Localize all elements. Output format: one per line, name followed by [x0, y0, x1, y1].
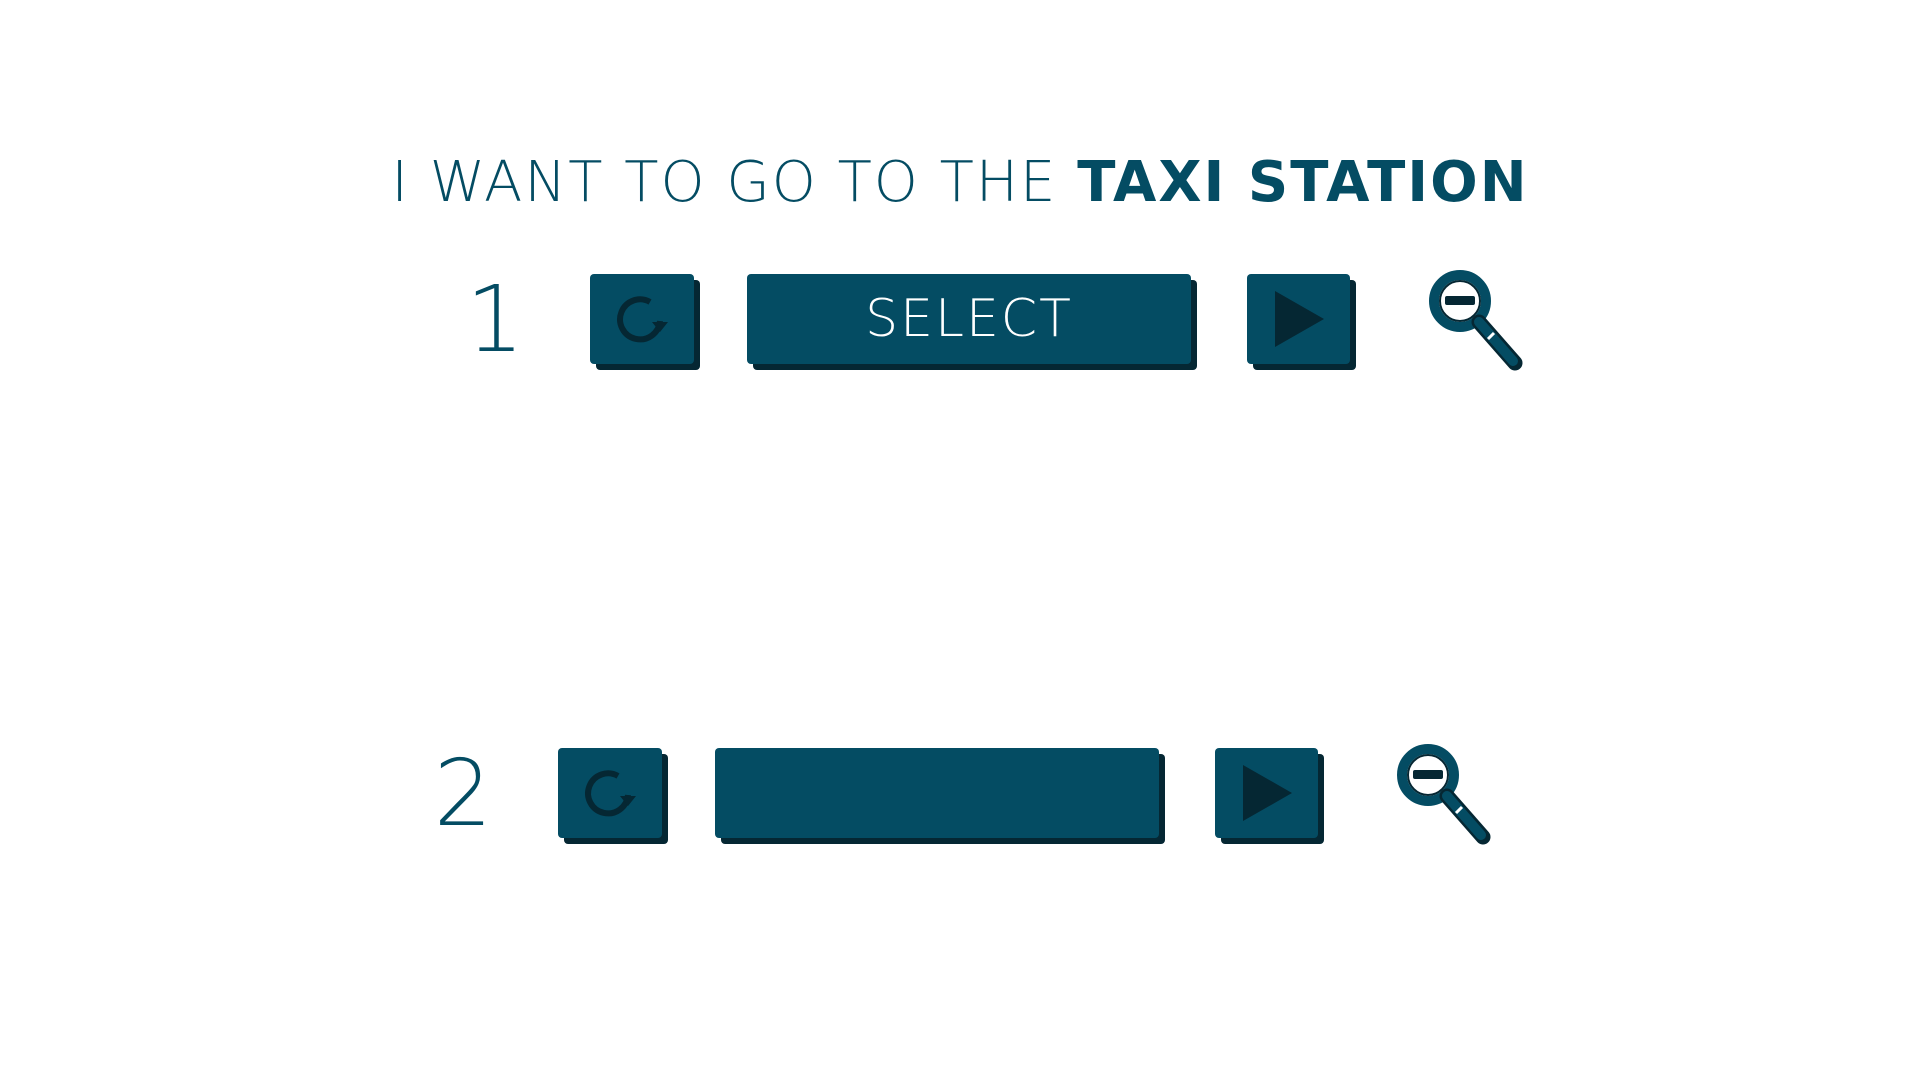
row-number: 1: [465, 266, 525, 373]
stage: I WANT TO GO TO THE TAXI STATION 1 SELEC…: [0, 0, 1920, 1081]
prompt-destination: TAXI STATION: [1077, 150, 1529, 215]
refresh-icon: [617, 296, 668, 343]
zoom-out-button[interactable]: [1393, 740, 1493, 845]
select-button[interactable]: SELECT: [747, 274, 1191, 364]
zoom-out-button[interactable]: [1425, 266, 1525, 371]
row-number: 2: [433, 740, 493, 847]
prompt-title: I WANT TO GO TO THE TAXI STATION: [0, 150, 1920, 215]
zoom-out-icon: [1429, 270, 1523, 371]
refresh-button[interactable]: [558, 748, 662, 838]
play-icon: [1275, 291, 1324, 347]
prompt-prefix: I WANT TO GO TO THE: [391, 150, 1078, 215]
refresh-button[interactable]: [590, 274, 694, 364]
play-button[interactable]: [1215, 748, 1318, 838]
select-button[interactable]: [715, 748, 1159, 838]
play-button[interactable]: [1247, 274, 1350, 364]
zoom-out-icon: [1397, 744, 1491, 845]
play-icon: [1243, 765, 1292, 821]
selection-row-1: 1 SELECT: [460, 270, 1560, 371]
selection-row-2: 2: [428, 744, 1528, 845]
refresh-icon: [585, 770, 636, 817]
